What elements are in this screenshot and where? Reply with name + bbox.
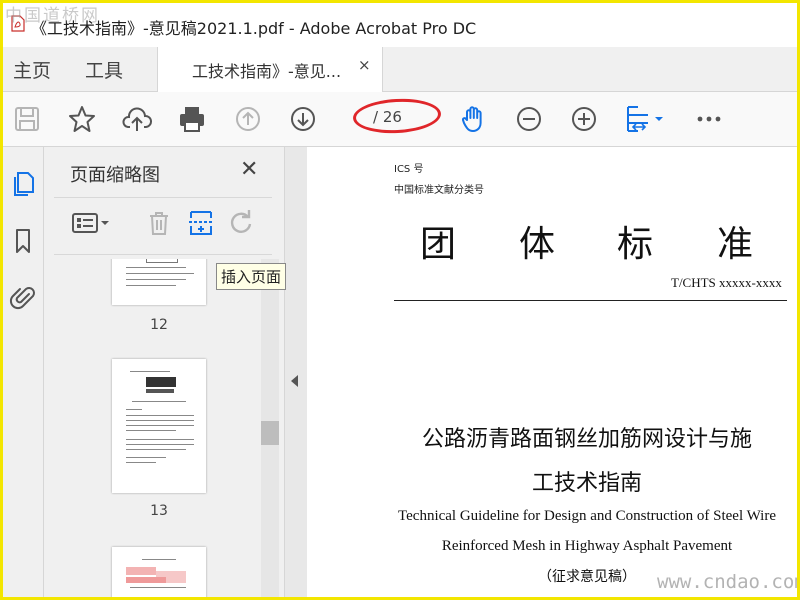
- standard-title-char: 团: [420, 224, 457, 265]
- panel-collapse-strip: [284, 147, 307, 597]
- thumbnail-options-icon[interactable]: [70, 208, 114, 238]
- bookmarks-icon[interactable]: [9, 227, 37, 255]
- page-up-icon[interactable]: [232, 103, 264, 135]
- tab-home[interactable]: 主页: [13, 56, 51, 83]
- print-icon[interactable]: [176, 103, 208, 135]
- zoom-in-icon[interactable]: [568, 103, 600, 135]
- zoom-out-icon[interactable]: [513, 103, 545, 135]
- chinese-title-line-2: 工技术指南: [531, 471, 642, 496]
- screenshot-frame: 《工技术指南》-意见稿2021.1.pdf - Adobe Acrobat Pr…: [0, 0, 800, 600]
- left-icon-rail: [3, 147, 44, 597]
- delete-page-icon[interactable]: [144, 208, 174, 238]
- attachments-icon[interactable]: [9, 283, 37, 311]
- panel-title: 页面缩略图: [70, 165, 160, 186]
- insert-page-icon[interactable]: [186, 208, 216, 238]
- title-bar: 《工技术指南》-意见稿2021.1.pdf - Adobe Acrobat Pr…: [3, 3, 797, 47]
- hand-tool-icon[interactable]: [458, 103, 490, 135]
- page-thumbnails-panel: 页面缩略图 ✕ 插入页面 12 13: [44, 147, 287, 597]
- page-thumbnail-13[interactable]: [112, 359, 206, 493]
- watermark-text: 中国道桥网: [5, 6, 100, 26]
- thumbnail-scrollbar[interactable]: [261, 259, 279, 597]
- tab-document-label: 工技术指南》-意见...: [192, 62, 342, 81]
- english-title-line-1: Technical Guideline for Design and Const…: [398, 508, 776, 524]
- close-panel-button[interactable]: ✕: [240, 157, 258, 182]
- standard-title-char: 准: [717, 224, 754, 265]
- tab-bar: 主页 工具 工技术指南》-意见... ×: [3, 47, 797, 92]
- watermark-url: www.cndao.com: [657, 571, 797, 593]
- english-title-line-2: Reinforced Mesh in Highway Asphalt Pavem…: [441, 538, 733, 554]
- standard-title-char: 标: [617, 224, 654, 265]
- collapse-panel-icon[interactable]: [291, 375, 298, 387]
- tab-document[interactable]: 工技术指南》-意见... ×: [157, 47, 383, 92]
- fit-width-icon[interactable]: [623, 103, 669, 135]
- thumbnail-toolbar: [54, 197, 272, 255]
- insert-page-tooltip: 插入页面: [216, 263, 287, 290]
- page-thumbnails-icon[interactable]: [9, 169, 37, 197]
- classification-label: 中国标准文献分类号: [394, 185, 484, 196]
- more-icon[interactable]: [693, 103, 725, 135]
- page-thumbnail-12[interactable]: [112, 259, 206, 305]
- thumbnail-number-12: 12: [150, 317, 168, 333]
- standard-code: T/CHTS xxxxx-xxxx: [671, 275, 782, 290]
- thumbnail-number-13: 13: [150, 503, 168, 519]
- rotate-page-icon[interactable]: [226, 208, 256, 238]
- scrollbar-thumb[interactable]: [261, 421, 279, 445]
- tab-tools[interactable]: 工具: [85, 56, 123, 83]
- bookmark-star-icon[interactable]: [66, 103, 98, 135]
- page-down-icon[interactable]: [287, 103, 319, 135]
- document-view[interactable]: ICS 号 中国标准文献分类号 团 体 标 准 T/CHTS xxxxx-xxx…: [307, 147, 797, 597]
- document-page: ICS 号 中国标准文献分类号 团 体 标 准 T/CHTS xxxxx-xxx…: [307, 147, 797, 597]
- thumbnail-list: 12 13: [44, 259, 260, 597]
- close-tab-button[interactable]: ×: [358, 56, 371, 74]
- main-toolbar: / 26: [3, 92, 797, 147]
- cloud-upload-icon[interactable]: [121, 103, 153, 135]
- standard-title-char: 体: [519, 224, 556, 265]
- chinese-title-line-1: 公路沥青路面钢丝加筋网设计与施: [421, 427, 752, 452]
- divider-line: [394, 300, 787, 301]
- save-icon[interactable]: [11, 103, 43, 135]
- ics-label: ICS 号: [394, 164, 424, 175]
- page-thumbnail-14[interactable]: [112, 547, 206, 597]
